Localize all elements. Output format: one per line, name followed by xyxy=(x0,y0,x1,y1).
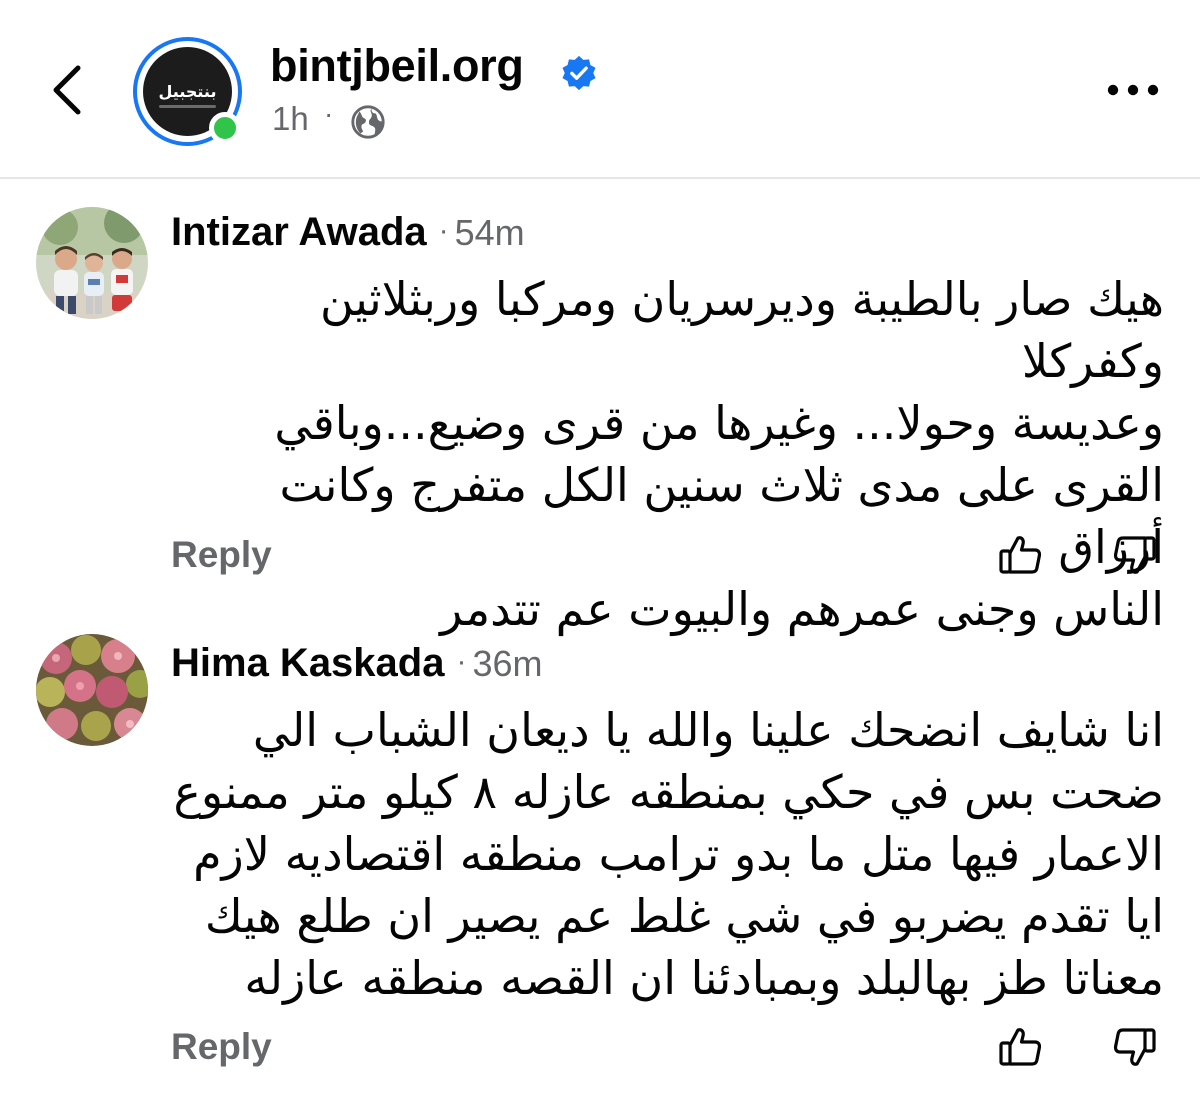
post-time: 1h xyxy=(272,100,309,137)
thumbs-down-icon xyxy=(1113,536,1156,574)
thumbs-down-icon xyxy=(1113,1028,1156,1066)
comment-author[interactable]: Intizar Awada · 54m xyxy=(171,210,525,255)
more-options-button[interactable] xyxy=(1100,72,1166,108)
comment-author[interactable]: Hima Kaskada · 36m xyxy=(171,641,543,686)
globe-icon xyxy=(351,105,385,139)
like-button[interactable] xyxy=(997,530,1045,578)
reply-button[interactable]: Reply xyxy=(171,534,272,576)
chevron-left-icon xyxy=(53,65,81,115)
avatar-photo xyxy=(36,634,148,746)
online-status-dot xyxy=(209,112,241,144)
page-logo-underline xyxy=(159,105,216,108)
page-logo-text: بنتجبيل xyxy=(158,82,217,101)
comment-time: 36m xyxy=(472,643,543,684)
comment-text-line: انا شايف انضحك علينا والله يا ديعان الشب… xyxy=(252,703,1164,757)
reply-button[interactable]: Reply xyxy=(171,1026,272,1068)
comment-meta-separator: · xyxy=(456,645,467,678)
page-name[interactable]: bintjbeil.org xyxy=(270,40,524,92)
like-button[interactable] xyxy=(997,1022,1045,1070)
verified-badge-icon xyxy=(562,55,596,91)
more-horizontal-icon xyxy=(1107,84,1159,96)
comment-meta-separator: · xyxy=(438,214,449,247)
thumbs-up-icon xyxy=(999,536,1042,574)
dislike-button[interactable] xyxy=(1110,1024,1158,1072)
dislike-button[interactable] xyxy=(1110,532,1158,580)
comment-text-line: وعديسة وحولا... وغيرها من قرى وضيع...وبا… xyxy=(274,396,1164,450)
thumbs-up-icon xyxy=(999,1028,1042,1066)
comment-text: هيك صار بالطيبة وديرسريان ومركبا وربثلاث… xyxy=(168,268,1164,640)
commenter-avatar[interactable] xyxy=(36,207,148,319)
header-divider xyxy=(0,177,1200,179)
comment-text-line: ايا تقدم يضربو في شي غلط عم يصير ان طلع … xyxy=(204,889,1164,943)
comment-author-name: Intizar Awada xyxy=(171,210,427,254)
comment-author-name: Hima Kaskada xyxy=(171,641,445,685)
comment-text-line: معناتا طز بهالبلد وبمبادئنا ان القصه منط… xyxy=(244,951,1164,1005)
avatar-photo xyxy=(36,207,148,319)
comment-text-line: هيك صار بالطيبة وديرسريان ومركبا وربثلاث… xyxy=(320,272,1164,388)
commenter-avatar[interactable] xyxy=(36,634,148,746)
comment-text-line: الناس وجنى عمرهم والبيوت عم تتدمر xyxy=(440,582,1164,636)
comment-text-line: الاعمار فيها متل ما بدو ترامب منطقه اقتص… xyxy=(193,827,1164,881)
back-button[interactable] xyxy=(40,58,100,122)
comment-text: انا شايف انضحك علينا والله يا ديعان الشب… xyxy=(168,699,1164,1009)
post-header: بنتجبيل bintjbeil.org 1h · xyxy=(0,0,1200,178)
meta-separator: · xyxy=(324,98,334,129)
comment-time: 54m xyxy=(454,212,525,253)
comment-text-line: ضحت بس في حكي بمنطقه عازله ٨ كيلو متر مم… xyxy=(173,765,1164,819)
